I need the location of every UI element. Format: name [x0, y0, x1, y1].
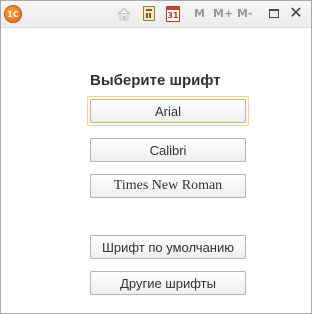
arial-button[interactable]: Arial	[90, 99, 246, 123]
calculator-icon[interactable]	[143, 6, 155, 21]
close-icon[interactable]: ✕	[288, 4, 304, 22]
app-logo-icon[interactable]: 1С	[4, 5, 22, 23]
default-font-button[interactable]: Шрифт по умолчанию	[90, 235, 246, 259]
other-fonts-button[interactable]: Другие шрифты	[90, 271, 246, 295]
calibri-button[interactable]: Calibri	[90, 138, 246, 162]
font-picker-window: 1С 31 M M+ M- ✕ Выберите шрифт Arial Cal…	[0, 0, 312, 314]
times-new-roman-button[interactable]: Times New Roman	[90, 174, 246, 198]
memory-button[interactable]: M	[194, 7, 205, 21]
memory-add-button[interactable]: M+	[213, 7, 233, 21]
dialog-content: Выберите шрифт Arial Calibri Times New R…	[1, 28, 311, 313]
calendar-icon[interactable]: 31	[166, 6, 180, 22]
memory-subtract-button[interactable]: M-	[237, 7, 253, 21]
titlebar: 1С 31 M M+ M- ✕	[1, 1, 311, 28]
dialog-heading: Выберите шрифт	[90, 72, 221, 89]
restore-icon[interactable]	[269, 9, 279, 18]
home-icon[interactable]	[116, 6, 132, 22]
